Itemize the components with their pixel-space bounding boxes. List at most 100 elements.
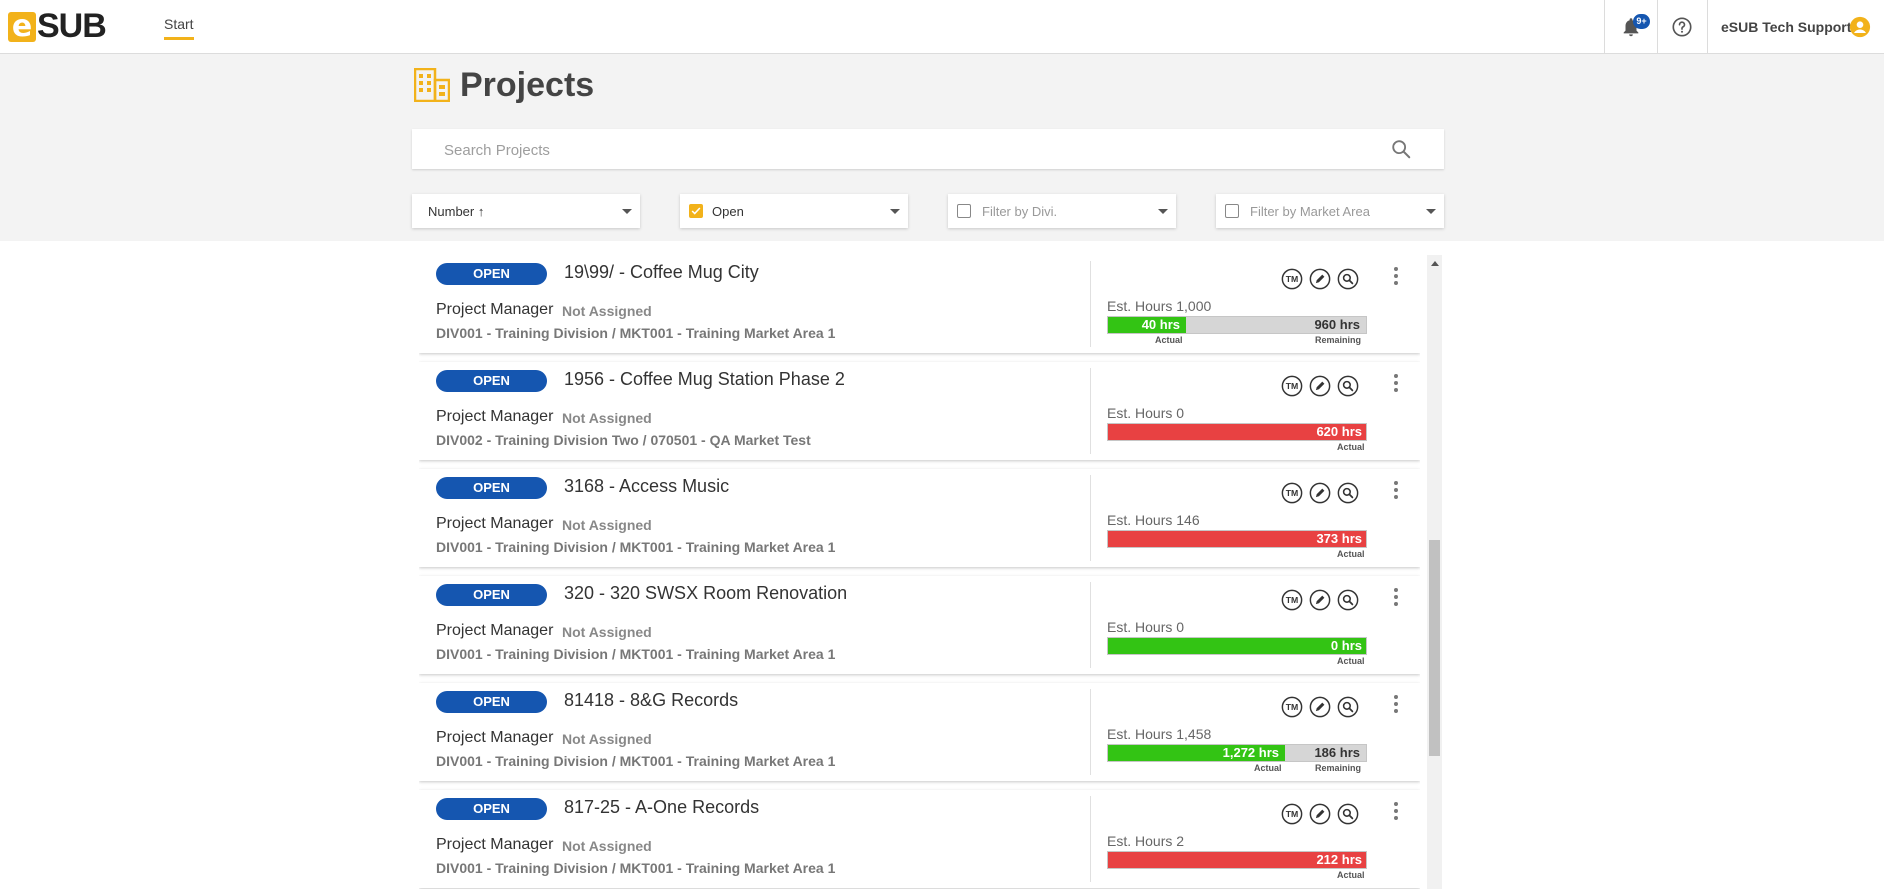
scrollbar-thumb[interactable] (1429, 540, 1440, 756)
edit-pencil-icon[interactable] (1309, 803, 1331, 825)
project-list: OPEN 19\99/ - Coffee Mug City Project Ma… (419, 255, 1420, 889)
topbar-divider (1604, 0, 1605, 54)
chevron-down-icon (622, 209, 632, 214)
edit-pencil-icon[interactable] (1309, 375, 1331, 397)
topbar-divider (1707, 0, 1708, 54)
edit-pencil-icon[interactable] (1309, 589, 1331, 611)
help-icon[interactable] (1671, 16, 1693, 38)
remaining-hours-value: 960 hrs (1314, 317, 1360, 332)
project-manager-value: Not Assigned (562, 410, 652, 426)
logo-mark: e (8, 11, 36, 42)
status-checkbox[interactable] (689, 204, 703, 218)
search-input[interactable] (442, 129, 1376, 171)
more-options-icon[interactable] (1393, 693, 1399, 715)
view-magnifier-icon[interactable] (1337, 589, 1359, 611)
svg-text:TM: TM (1286, 488, 1299, 498)
project-title[interactable]: 817-25 - A-One Records (564, 797, 759, 818)
actual-hours-value: 373 hrs (1316, 531, 1362, 546)
view-magnifier-icon[interactable] (1337, 482, 1359, 504)
search-icon[interactable] (1390, 138, 1412, 160)
project-card[interactable]: OPEN 817-25 - A-One Records Project Mana… (419, 790, 1420, 888)
actual-hours-value: 620 hrs (1316, 424, 1362, 439)
more-options-icon[interactable] (1393, 265, 1399, 287)
project-title[interactable]: 81418 - 8&G Records (564, 690, 738, 711)
actual-caption: Actual (1337, 656, 1365, 666)
more-options-icon[interactable] (1393, 479, 1399, 501)
division-market-area: DIV001 - Training Division / MKT001 - Tr… (436, 646, 836, 662)
actual-hours-value: 0 hrs (1330, 638, 1362, 653)
status-filter-value: Open (712, 204, 744, 219)
project-card[interactable]: OPEN 3168 - Access Music Project Manager… (419, 469, 1420, 567)
edit-pencil-icon[interactable] (1309, 268, 1331, 290)
card-divider (1090, 582, 1091, 668)
project-title[interactable]: 19\99/ - Coffee Mug City (564, 262, 759, 283)
market-area-checkbox[interactable] (1225, 204, 1239, 218)
division-filter-dropdown[interactable]: Filter by Divi. (948, 194, 1176, 228)
chevron-down-icon (1426, 209, 1436, 214)
status-filter-dropdown[interactable]: Open (680, 194, 908, 228)
project-manager-label: Project Manager (436, 301, 554, 318)
estimated-hours: Est. Hours 1,000 (1107, 298, 1212, 314)
view-magnifier-icon[interactable] (1337, 375, 1359, 397)
esub-logo[interactable]: e SUB (8, 9, 107, 43)
project-manager-label: Project Manager (436, 622, 554, 639)
estimated-hours: Est. Hours 0 (1107, 619, 1185, 635)
scroll-up-arrow-icon[interactable] (1431, 261, 1439, 266)
hours-progress-bar: 0 hrs (1107, 637, 1367, 655)
project-card[interactable]: OPEN 320 - 320 SWSX Room Renovation Proj… (419, 576, 1420, 674)
time-material-icon[interactable]: TM (1281, 482, 1303, 504)
card-divider (1090, 475, 1091, 561)
project-card[interactable]: OPEN 81418 - 8&G Records Project Manager… (419, 683, 1420, 781)
actual-caption: Actual (1254, 763, 1282, 773)
status-badge: OPEN (436, 798, 547, 820)
more-options-icon[interactable] (1393, 586, 1399, 608)
division-market-area: DIV001 - Training Division / MKT001 - Tr… (436, 753, 836, 769)
project-title[interactable]: 320 - 320 SWSX Room Renovation (564, 583, 847, 604)
more-options-icon[interactable] (1393, 800, 1399, 822)
project-manager-label: Project Manager (436, 836, 554, 853)
card-divider (1090, 368, 1091, 454)
nav-tab-start[interactable]: Start (164, 16, 194, 40)
project-manager-label: Project Manager (436, 515, 554, 532)
division-checkbox[interactable] (957, 204, 971, 218)
project-card[interactable]: OPEN 19\99/ - Coffee Mug City Project Ma… (419, 255, 1420, 353)
topbar-divider (1657, 0, 1658, 54)
project-title[interactable]: 1956 - Coffee Mug Station Phase 2 (564, 369, 845, 390)
search-bar (412, 129, 1444, 171)
view-magnifier-icon[interactable] (1337, 268, 1359, 290)
market-area-filter-placeholder: Filter by Market Area (1250, 204, 1370, 219)
time-material-icon[interactable]: TM (1281, 696, 1303, 718)
estimated-hours: Est. Hours 2 (1107, 833, 1185, 849)
time-material-icon[interactable]: TM (1281, 589, 1303, 611)
actual-caption: Actual (1337, 870, 1365, 880)
building-icon (414, 68, 450, 102)
remaining-hours-value: 186 hrs (1314, 745, 1360, 760)
edit-pencil-icon[interactable] (1309, 482, 1331, 504)
user-name[interactable]: eSUB Tech Support (1721, 19, 1851, 35)
sort-dropdown[interactable]: Number ↑ (412, 194, 640, 228)
actual-caption: Actual (1337, 549, 1365, 559)
time-material-icon[interactable]: TM (1281, 803, 1303, 825)
more-options-icon[interactable] (1393, 372, 1399, 394)
chevron-down-icon (1158, 209, 1168, 214)
actual-hours-value: 1,272 hrs (1222, 745, 1279, 760)
time-material-icon[interactable]: TM (1281, 375, 1303, 397)
card-divider (1090, 689, 1091, 775)
estimated-hours: Est. Hours 1,458 (1107, 726, 1212, 742)
project-manager-label: Project Manager (436, 408, 554, 425)
hours-progress-bar: 1,272 hrs 186 hrs (1107, 744, 1367, 762)
view-magnifier-icon[interactable] (1337, 803, 1359, 825)
status-badge: OPEN (436, 370, 547, 392)
market-area-filter-dropdown[interactable]: Filter by Market Area (1216, 194, 1444, 228)
view-magnifier-icon[interactable] (1337, 696, 1359, 718)
user-avatar-icon[interactable] (1849, 16, 1871, 38)
remaining-caption: Remaining (1315, 335, 1362, 345)
time-material-icon[interactable]: TM (1281, 268, 1303, 290)
project-card[interactable]: OPEN 1956 - Coffee Mug Station Phase 2 P… (419, 362, 1420, 460)
status-badge: OPEN (436, 263, 547, 285)
project-title[interactable]: 3168 - Access Music (564, 476, 729, 497)
estimated-hours: Est. Hours 146 (1107, 512, 1200, 528)
hours-progress-bar: 620 hrs (1107, 423, 1367, 441)
edit-pencil-icon[interactable] (1309, 696, 1331, 718)
card-divider (1090, 796, 1091, 882)
